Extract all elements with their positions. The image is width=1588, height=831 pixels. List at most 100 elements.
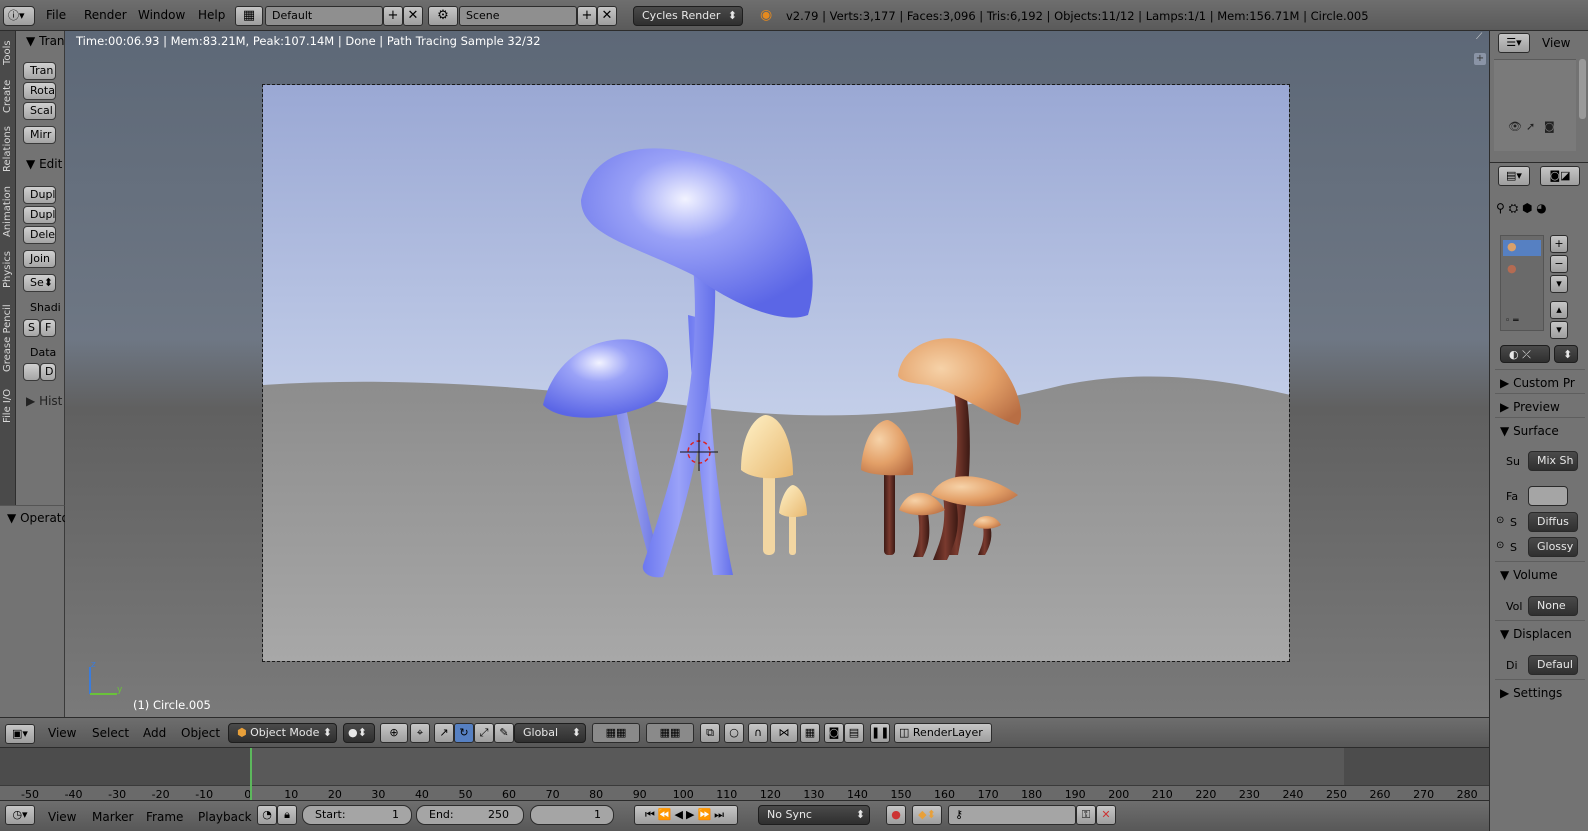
material-specials-button[interactable]: ▾ <box>1550 275 1568 293</box>
start-frame-field[interactable]: Start: 1 <box>302 805 412 825</box>
layout-name-field[interactable]: Default <box>265 6 383 26</box>
insert-keyframe-button[interactable]: ⚿ <box>1076 805 1096 825</box>
outliner-tree[interactable]: 👁︎ ➚ ◙ <box>1494 59 1576 151</box>
manipulator-toggle[interactable]: ⌖ <box>410 723 430 743</box>
preview-range-button[interactable]: ◔ <box>257 805 277 825</box>
shading-mode-select[interactable]: ●⬍ <box>343 723 375 743</box>
operator-panel-header[interactable]: ▼ Operato <box>7 511 69 525</box>
menu-render[interactable]: Render <box>84 8 127 22</box>
editor-type-button[interactable]: ⓘ▾ <box>3 6 35 26</box>
data-toggle-button[interactable]: D <box>40 363 56 381</box>
factor-slider[interactable] <box>1528 486 1568 506</box>
scene-selector-button[interactable]: ⚙ <box>428 6 458 26</box>
displacement-shader-field[interactable]: Defaul <box>1528 655 1578 675</box>
scene-name-field[interactable]: Scene <box>459 6 577 26</box>
menu-view[interactable]: View <box>48 726 76 740</box>
shader2-field[interactable]: Glossy <box>1528 537 1578 557</box>
menu-view[interactable]: View <box>48 810 76 824</box>
camera-render-icon[interactable]: ◙ <box>1544 120 1555 133</box>
add-material-slot-button[interactable]: + <box>1550 235 1568 253</box>
set-origin-button[interactable]: Se⬍ <box>23 274 56 292</box>
editor-type-button[interactable]: ▣▾ <box>5 724 35 744</box>
resize-icon[interactable]: ◦ ═ <box>1505 316 1519 326</box>
edit-panel-header[interactable]: ▼ Edit <box>26 157 62 171</box>
volume-shader-field[interactable]: None <box>1528 596 1578 616</box>
move-slot-up-button[interactable]: ▴ <box>1550 301 1568 319</box>
tab-physics[interactable]: Physics <box>0 247 16 293</box>
snap-target-button[interactable]: ▦ <box>800 723 820 743</box>
socket-icon[interactable]: ⊙ <box>1496 540 1504 551</box>
displacement-header[interactable]: ▼ Displacen <box>1500 627 1572 641</box>
orientation-select[interactable]: Global ⬍ <box>514 723 586 743</box>
shade-flat-button[interactable]: F <box>40 319 56 337</box>
cursor-icon[interactable]: ➚ <box>1526 120 1535 133</box>
outliner-scrollbar[interactable] <box>1579 59 1586 119</box>
menu-marker[interactable]: Marker <box>92 810 133 824</box>
keying-set-select[interactable]: ◆⬍ <box>912 805 942 825</box>
add-scene-button[interactable]: + <box>577 6 597 26</box>
layer-buttons-2[interactable]: ▦▦ <box>646 723 694 743</box>
render-engine-select[interactable]: Cycles Render ⬍ <box>633 6 743 26</box>
properties-context-buttons[interactable]: ◙◪ <box>1540 166 1580 186</box>
tab-file-io[interactable]: File I/O <box>0 383 16 429</box>
menu-window[interactable]: Window <box>138 8 185 22</box>
add-layout-button[interactable]: + <box>383 6 403 26</box>
manipulator-extra[interactable]: ✎ <box>494 723 514 743</box>
menu-object[interactable]: Object <box>181 726 220 740</box>
render-layer-select[interactable]: ◫ RenderLayer <box>894 723 992 743</box>
tab-relations[interactable]: Relations <box>0 121 16 177</box>
delete-button[interactable]: Dele <box>23 226 56 244</box>
surface-header[interactable]: ▼ Surface <box>1500 424 1559 438</box>
pivot-select[interactable]: ⊕ <box>380 723 408 743</box>
outliner-menu-view[interactable]: View <box>1542 36 1570 50</box>
layer-buttons-1[interactable]: ▦▦ <box>592 723 640 743</box>
socket-icon[interactable]: ⊙ <box>1496 515 1504 526</box>
translate-button[interactable]: Tran <box>23 62 56 80</box>
timeline-playhead[interactable] <box>250 748 252 801</box>
lock-range-button[interactable]: 🔒︎ <box>277 805 297 825</box>
snap-toggle[interactable]: ∩ <box>748 723 768 743</box>
duplicate-linked-button[interactable]: Dupl <box>23 206 56 224</box>
scale-manipulator[interactable]: ⤢ <box>474 723 494 743</box>
timeline[interactable]: -50 -40 -30 -20 -10 0 10 20 30 40 50 60 70 80 90 100 110… <box>0 747 1489 801</box>
mode-select[interactable]: ⬢ Object Mode ⬍ <box>228 723 337 743</box>
delete-keyframe-button[interactable]: ✕ <box>1096 805 1116 825</box>
timeline-ruler[interactable]: -50 -40 -30 -20 -10 0 10 20 30 40 50 60 70 80 90 100 110… <box>0 785 1489 801</box>
sync-mode-select[interactable]: No Sync ⬍ <box>758 805 870 825</box>
playback-controls[interactable]: ⏮⏪◀▶⏩⏭ <box>634 805 738 825</box>
screen-layout-button[interactable]: ▦ <box>235 6 263 26</box>
join-button[interactable]: Join <box>23 250 56 268</box>
shader1-field[interactable]: Diffus <box>1528 512 1578 532</box>
3d-viewport[interactable]: Time:00:06.93 | Mem:83.21M, Peak:107.14M… <box>65 31 1489 717</box>
menu-help[interactable]: Help <box>198 8 225 22</box>
material-link-select[interactable]: ⬍ <box>1554 345 1578 363</box>
history-panel-header[interactable]: ▶ Hist <box>26 394 62 408</box>
timeline-editor-type-button[interactable]: ◷▾ <box>5 805 35 825</box>
menu-file[interactable]: File <box>46 8 66 22</box>
tab-create[interactable]: Create <box>0 75 16 117</box>
remove-material-slot-button[interactable]: − <box>1550 255 1568 273</box>
mirror-button[interactable]: Mirr <box>23 126 56 144</box>
surface-shader-field[interactable]: Mix Sh <box>1528 451 1578 471</box>
tab-animation[interactable]: Animation <box>0 181 16 243</box>
tab-grease-pencil[interactable]: Grease Pencil <box>0 297 16 379</box>
remove-scene-button[interactable]: ✕ <box>597 6 617 26</box>
menu-playback[interactable]: Playback <box>198 810 252 824</box>
remove-layout-button[interactable]: ✕ <box>403 6 423 26</box>
menu-add[interactable]: Add <box>143 726 166 740</box>
rotate-manipulator[interactable]: ↻ <box>454 723 474 743</box>
scale-button[interactable]: Scal <box>23 102 56 120</box>
data-toggle-left[interactable] <box>23 363 40 381</box>
active-keying-set-field[interactable]: ⚷ <box>948 805 1076 825</box>
menu-select[interactable]: Select <box>92 726 129 740</box>
region-corner-icon[interactable]: ⟋ <box>1476 32 1486 42</box>
move-slot-down-button[interactable]: ▾ <box>1550 321 1568 339</box>
menu-frame[interactable]: Frame <box>146 810 183 824</box>
preview-header[interactable]: ▶ Preview <box>1500 400 1560 414</box>
properties-toggle-icon[interactable]: + <box>1474 53 1486 65</box>
outliner-editor-type-button[interactable]: ☰▾ <box>1498 33 1530 53</box>
transform-panel-header[interactable]: ▼ Tran <box>26 34 65 48</box>
rotate-button[interactable]: Rota <box>23 82 56 100</box>
material-slot-selected[interactable]: ● <box>1503 240 1541 256</box>
translate-manipulator[interactable]: ↗ <box>434 723 454 743</box>
